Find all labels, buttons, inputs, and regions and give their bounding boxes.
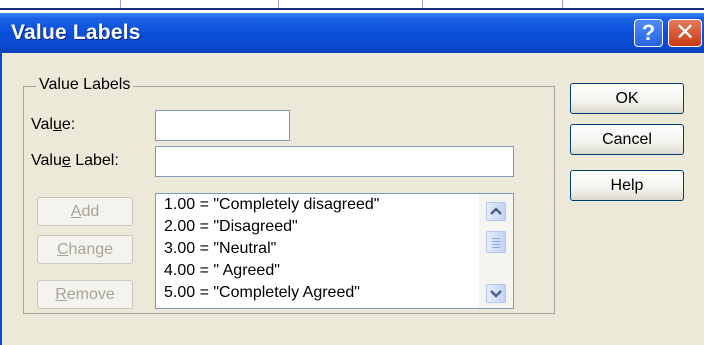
chevron-down-icon: [490, 290, 502, 298]
change-button[interactable]: Change: [37, 235, 133, 264]
value-label: Value:: [31, 116, 76, 133]
grid-separator: [120, 0, 121, 8]
grip-line: [492, 247, 500, 248]
list-item[interactable]: 5.00 = "Completely Agreed": [164, 284, 360, 302]
grip-line: [492, 241, 500, 242]
window-title: Value Labels: [11, 21, 141, 44]
grid-separator: [278, 0, 279, 8]
list-item[interactable]: 2.00 = "Disagreed": [164, 218, 298, 236]
list-item[interactable]: 1.00 = "Completely disagreed": [164, 196, 379, 214]
grid-separator: [562, 0, 563, 8]
background-window-border: [0, 8, 704, 10]
grip-line: [492, 244, 500, 245]
background-window-strip: [0, 0, 704, 13]
add-button[interactable]: Add: [37, 197, 133, 226]
title-bar[interactable]: Value Labels ? ✕: [0, 13, 704, 53]
value-label-label: Value Label:: [31, 152, 119, 169]
window-left-border: [0, 53, 2, 345]
scroll-thumb[interactable]: [486, 231, 506, 253]
close-button[interactable]: ✕: [668, 19, 702, 47]
help-button[interactable]: Help: [570, 170, 684, 201]
cancel-button[interactable]: Cancel: [570, 124, 684, 155]
close-icon: ✕: [674, 19, 696, 46]
remove-button[interactable]: Remove: [37, 280, 133, 309]
scroll-up-button[interactable]: [486, 202, 506, 221]
scroll-down-button[interactable]: [486, 284, 506, 303]
chevron-up-icon: [490, 207, 502, 215]
value-labels-list[interactable]: 1.00 = "Completely disagreed" 2.00 = "Di…: [155, 193, 514, 309]
grid-separator: [422, 0, 423, 8]
ok-button[interactable]: OK: [570, 83, 684, 114]
list-scrollbar[interactable]: [479, 194, 513, 308]
value-label-input[interactable]: [155, 146, 514, 177]
help-title-button[interactable]: ?: [634, 19, 663, 47]
list-item[interactable]: 3.00 = "Neutral": [164, 240, 276, 258]
question-icon: ?: [641, 20, 656, 45]
group-legend: Value Labels: [36, 76, 134, 94]
grip-line: [492, 238, 500, 239]
value-input[interactable]: [155, 110, 290, 141]
list-item[interactable]: 4.00 = " Agreed": [164, 262, 280, 280]
